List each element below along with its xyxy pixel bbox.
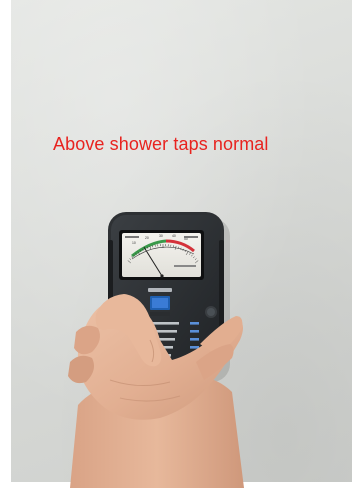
side-button[interactable] — [205, 306, 217, 318]
dial-label-right — [184, 236, 198, 238]
brand-logo — [148, 288, 172, 292]
dial-number: 40 — [172, 234, 176, 238]
digital-display — [150, 296, 170, 316]
dial-number: 10 — [132, 241, 136, 245]
analog-dial: 10 20 30 40 50 — [119, 230, 204, 280]
photo-frame: Above shower taps normal 10 20 30 40 50 — [0, 0, 362, 488]
mode-value — [190, 322, 199, 325]
mode-value — [190, 346, 199, 349]
dial-label-bottom — [174, 265, 196, 267]
dial-number: 30 — [159, 234, 163, 238]
moisture-meter-scene: 10 20 30 40 50 — [68, 212, 244, 488]
dial-number: 20 — [145, 236, 149, 240]
mode-value — [190, 338, 199, 341]
dial-label-left — [125, 236, 139, 238]
mode-value — [190, 330, 199, 333]
